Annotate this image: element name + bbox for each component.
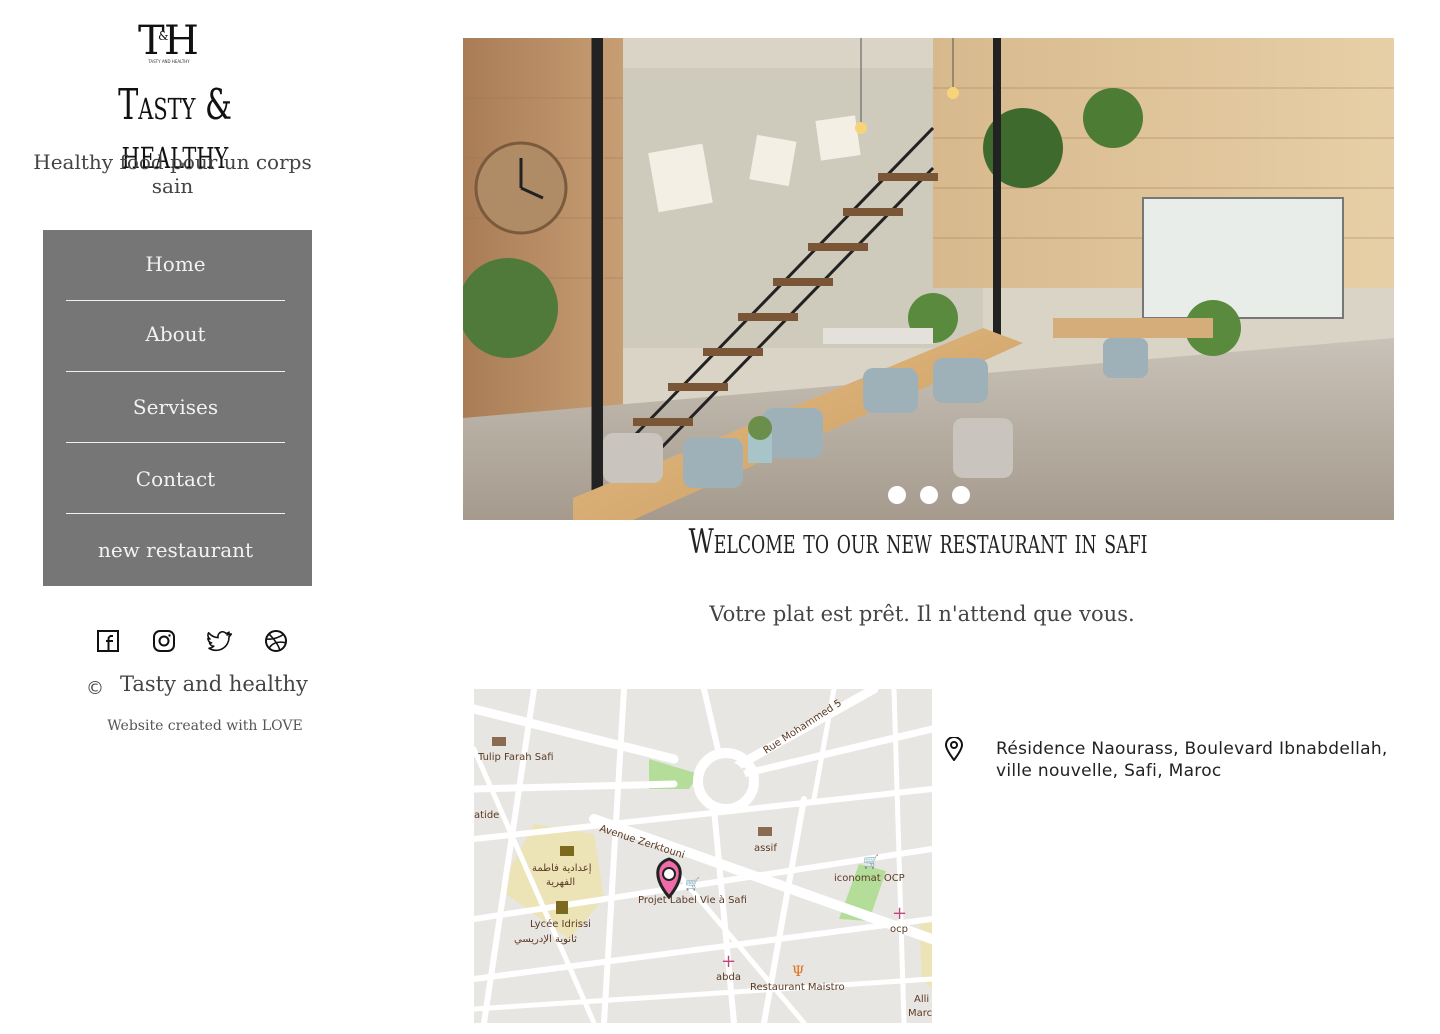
copyright-icon: © — [86, 678, 104, 699]
copyright-text: Tasty and healthy — [120, 672, 308, 696]
svg-text:assif: assif — [754, 843, 777, 854]
nav-divider — [66, 300, 285, 301]
nav-item-servises[interactable]: Servises — [66, 395, 285, 419]
svg-text:iconomat OCP: iconomat OCP — [834, 873, 905, 884]
pharmacy-icon: + — [892, 903, 907, 924]
welcome-heading: Welcome to our new restaurant in safi — [688, 522, 1148, 562]
svg-text:abda: abda — [716, 972, 741, 983]
svg-text:atide: atide — [474, 810, 499, 821]
school-icon — [556, 901, 568, 914]
location-map[interactable]: 🛒 🛒 + + Ψ Tulip Farah Safi Rue Mohammed … — [474, 689, 932, 1023]
site-tagline: Healthy food pour un corps sain — [33, 150, 312, 198]
logo-subtext: TASTY AND HEALTHY — [147, 59, 190, 64]
instagram-icon[interactable] — [151, 628, 177, 654]
shop-icon: 🛒 — [863, 854, 879, 870]
address-line-1: Résidence Naourass, Boulevard Ibnabdella… — [996, 739, 1388, 759]
nav-divider — [66, 442, 285, 443]
nav-divider — [66, 371, 285, 372]
sidebar: T H & TASTY AND HEALTHY Tasty & healthy … — [0, 0, 350, 1034]
svg-text:ocp: ocp — [890, 924, 908, 935]
nav-item-contact[interactable]: Contact — [66, 467, 285, 491]
map-canvas: 🛒 🛒 + + Ψ Tulip Farah Safi Rue Mohammed … — [474, 689, 932, 1023]
svg-text:Alli: Alli — [914, 994, 929, 1005]
twitter-icon[interactable] — [207, 628, 233, 654]
nav-item-home[interactable]: Home — [66, 252, 285, 276]
svg-text:Lycée Idrissi: Lycée Idrissi — [530, 918, 591, 930]
logo-letter-h: H — [164, 18, 199, 64]
logo-ampersand: & — [158, 29, 169, 43]
slider-dot-2[interactable] — [919, 486, 938, 504]
slider-dot-1[interactable] — [887, 486, 906, 504]
svg-text:Marc: Marc — [908, 1008, 932, 1019]
hotel-icon — [758, 827, 772, 836]
pharmacy-icon: + — [721, 951, 736, 972]
address-line-2: ville nouvelle, Safi, Maroc — [996, 761, 1222, 781]
school-icon — [560, 846, 574, 856]
dribbble-icon[interactable] — [263, 628, 289, 654]
nav-item-about[interactable]: About — [66, 322, 285, 346]
nav-item-new-restaurant[interactable]: new restaurant — [66, 538, 285, 562]
slider-dots — [463, 486, 1394, 508]
svg-text:ثانوية الإدريسي: ثانوية الإدريسي — [514, 934, 577, 945]
logo-icon: T H & TASTY AND HEALTHY — [138, 18, 199, 64]
svg-text:الفهرية: الفهرية — [546, 877, 575, 888]
credits-text: Website created with LOVE — [107, 718, 303, 734]
facebook-icon[interactable] — [95, 628, 121, 654]
slider-dot-3[interactable] — [951, 486, 970, 504]
nav-divider — [66, 513, 285, 514]
logo[interactable]: T H & TASTY AND HEALTHY — [136, 18, 202, 66]
hero-slider[interactable] — [463, 38, 1394, 520]
svg-text:إعدادية فاطمة: إعدادية فاطمة — [532, 863, 592, 874]
hotel-icon — [492, 737, 506, 746]
restaurant-icon: Ψ — [792, 964, 804, 980]
address-text: Résidence Naourass, Boulevard Ibnabdella… — [996, 738, 1436, 782]
welcome-subtitle: Votre plat est prêt. Il n'attend que vou… — [709, 602, 1135, 626]
svg-text:Projet Label Vie à Safi: Projet Label Vie à Safi — [638, 894, 747, 906]
restaurant-interior-image — [463, 38, 1394, 520]
svg-text:Restaurant Maistro: Restaurant Maistro — [750, 982, 845, 993]
svg-text:Tulip Farah Safi: Tulip Farah Safi — [477, 752, 554, 763]
shop-icon: 🛒 — [685, 877, 700, 891]
location-pin-icon — [944, 736, 964, 762]
main-nav: Home About Servises Contact new restaura… — [43, 230, 312, 586]
